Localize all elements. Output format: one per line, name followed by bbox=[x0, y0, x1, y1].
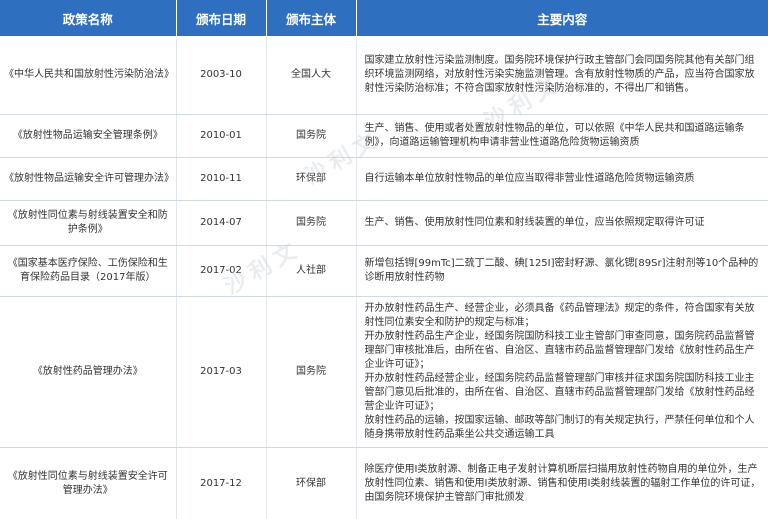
header-issue-date: 颁布日期 bbox=[176, 0, 266, 36]
policy-table: 政策名称 颁布日期 颁布主体 主要内容 《中华人民共和国放射性污染防治法》 20… bbox=[0, 0, 768, 519]
main-content: 开办放射性药品生产、经营企业，必须具备《药品管理法》规定的条件，符合国家有关放射… bbox=[356, 297, 768, 448]
issue-date: 2010-11 bbox=[176, 158, 266, 201]
issuing-body: 国务院 bbox=[266, 201, 356, 246]
table-row: 《放射性物品运输安全许可管理办法》 2010-11 环保部 自行运输本单位放射性… bbox=[0, 158, 768, 201]
table-row: 《国家基本医疗保险、工伤保险和生育保险药品目录（2017年版） 2017-02 … bbox=[0, 246, 768, 297]
policy-name: 《放射性物品运输安全管理条例》 bbox=[0, 115, 176, 158]
issuing-body: 国务院 bbox=[266, 297, 356, 448]
policy-name: 《放射性药品管理办法》 bbox=[0, 297, 176, 448]
table-row: 《放射性同位素与射线装置安全和防护条例》 2014-07 国务院 生产、销售、使… bbox=[0, 201, 768, 246]
issuing-body: 环保部 bbox=[266, 158, 356, 201]
issuing-body: 环保部 bbox=[266, 448, 356, 519]
policy-name: 《中华人民共和国放射性污染防治法》 bbox=[0, 36, 176, 115]
main-content: 生产、销售、使用或者处置放射性物品的单位，可以依照《中华人民共和国道路运输条例》… bbox=[356, 115, 768, 158]
issuing-body: 国务院 bbox=[266, 115, 356, 158]
issue-date: 2003-10 bbox=[176, 36, 266, 115]
main-content: 新增包括锝[99mTc]二巯丁二酸、碘[125I]密封籽源、氯化锶[89Sr]注… bbox=[356, 246, 768, 297]
policy-name: 《放射性同位素与射线装置安全许可管理办法》 bbox=[0, 448, 176, 519]
table-row: 《放射性同位素与射线装置安全许可管理办法》 2017-12 环保部 除医疗使用Ⅰ… bbox=[0, 448, 768, 519]
header-issuing-body: 颁布主体 bbox=[266, 0, 356, 36]
table-row: 《放射性药品管理办法》 2017-03 国务院 开办放射性药品生产、经营企业，必… bbox=[0, 297, 768, 448]
issue-date: 2017-12 bbox=[176, 448, 266, 519]
main-content: 除医疗使用Ⅰ类放射源、制备正电子发射计算机断层扫描用放射性药物自用的单位外，生产… bbox=[356, 448, 768, 519]
main-content: 生产、销售、使用放射性同位素和射线装置的单位，应当依照规定取得许可证 bbox=[356, 201, 768, 246]
policy-name: 《放射性同位素与射线装置安全和防护条例》 bbox=[0, 201, 176, 246]
table-row: 《中华人民共和国放射性污染防治法》 2003-10 全国人大 国家建立放射性污染… bbox=[0, 36, 768, 115]
main-content: 国家建立放射性污染监测制度。国务院环境保护行政主管部门会同国务院其他有关部门组织… bbox=[356, 36, 768, 115]
table-header: 政策名称 颁布日期 颁布主体 主要内容 bbox=[0, 0, 768, 36]
policy-name: 《国家基本医疗保险、工伤保险和生育保险药品目录（2017年版） bbox=[0, 246, 176, 297]
issue-date: 2017-03 bbox=[176, 297, 266, 448]
table-row: 《放射性物品运输安全管理条例》 2010-01 国务院 生产、销售、使用或者处置… bbox=[0, 115, 768, 158]
header-policy-name: 政策名称 bbox=[0, 0, 176, 36]
main-content: 自行运输本单位放射性物品的单位应当取得非营业性道路危险货物运输资质 bbox=[356, 158, 768, 201]
issuing-body: 人社部 bbox=[266, 246, 356, 297]
header-main-content: 主要内容 bbox=[356, 0, 768, 36]
issue-date: 2010-01 bbox=[176, 115, 266, 158]
issuing-body: 全国人大 bbox=[266, 36, 356, 115]
policy-name: 《放射性物品运输安全许可管理办法》 bbox=[0, 158, 176, 201]
issue-date: 2014-07 bbox=[176, 201, 266, 246]
issue-date: 2017-02 bbox=[176, 246, 266, 297]
